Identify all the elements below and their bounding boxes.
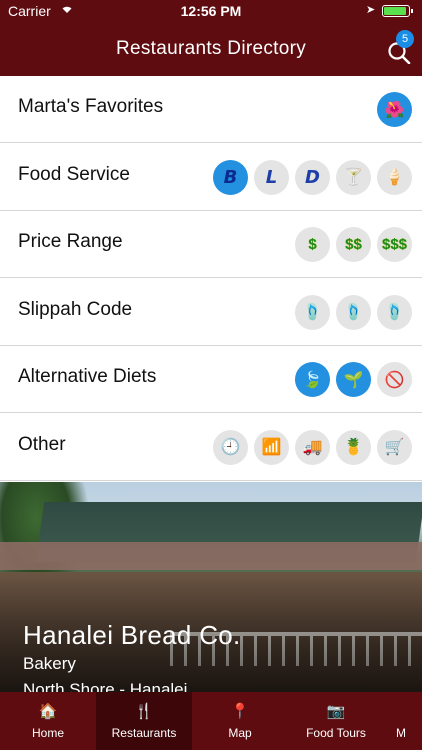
filter-icon-group: 🍃 🌱 🚫 — [295, 362, 412, 397]
tab-map[interactable]: 📍 Map — [192, 692, 288, 750]
filter-icon-glyph: 🩴 — [384, 304, 405, 321]
status-bar: Carrier 12:56 PM ➤ — [0, 0, 422, 22]
filter-label: Slippah Code — [18, 298, 133, 320]
filter-icon-glyph: 📶 — [261, 439, 282, 456]
filter-label: Alternative Diets — [18, 366, 157, 387]
filter-icon-glyph: 🍃 — [302, 371, 323, 389]
filter-icon-glyph: B — [223, 166, 238, 188]
vegan-icon[interactable]: 🌱 — [336, 362, 371, 397]
filter-icon-glyph: 🌺 — [384, 101, 405, 119]
filter-icon-group: B L D 🍸 🍦 — [213, 159, 412, 195]
filter-icon-glyph: 🚚 — [302, 439, 323, 456]
status-time: 12:56 PM — [180, 3, 242, 19]
tab-home[interactable]: 🏠 Home — [0, 692, 96, 750]
tab-label: M — [396, 726, 406, 740]
filter-icon-group: 🕘 📶 🚚 🍍 🛒 — [213, 429, 412, 465]
featured-restaurant-location: North Shore - Hanalei — [23, 680, 188, 692]
filter-icon-glyph: 🚫 — [384, 371, 405, 389]
filter-icon-glyph: 🍦 — [384, 169, 405, 186]
nav-bar: Restaurants Directory 5 — [0, 22, 422, 76]
cocktail-icon[interactable]: 🍸 — [336, 159, 371, 195]
featured-restaurant-category: Bakery — [23, 654, 76, 673]
slippah-striped-icon[interactable]: 🩴 — [336, 294, 371, 330]
tab-label: Restaurants — [111, 726, 177, 740]
price-three-dollar-icon[interactable]: $$$ — [377, 227, 412, 262]
wifi-icon[interactable]: 📶 — [254, 429, 289, 465]
food-truck-icon[interactable]: 🚚 — [295, 429, 330, 465]
tab-label: Home — [31, 726, 64, 740]
battery-icon — [382, 5, 413, 17]
filter-label: Other — [18, 433, 66, 455]
filter-icon-group: $ $$ $$$ — [295, 227, 412, 262]
filter-icon-glyph: 🌱 — [343, 371, 364, 389]
filter-row: Price Range $ $$ $$$ — [0, 211, 422, 278]
tab-label: Food Tours — [306, 726, 366, 740]
breakfast-b-icon[interactable]: B — [213, 159, 248, 195]
filter-icon-glyph: $$$ — [381, 236, 408, 253]
filter-icon-glyph: L — [265, 166, 278, 188]
grocery-icon[interactable]: 🛒 — [377, 429, 412, 465]
slippah-blue-icon[interactable]: 🩴 — [377, 294, 412, 330]
filter-label: Food Service — [18, 163, 130, 185]
dinner-d-icon[interactable]: D — [295, 159, 330, 195]
filter-icon-glyph: $$ — [345, 236, 362, 253]
food-tours-icon: 📷 — [326, 703, 346, 720]
filter-row: Marta's Favorites 🌺 — [0, 76, 422, 143]
filter-icon-glyph: 🍍 — [343, 439, 364, 456]
filter-icon-glyph: 🩴 — [343, 304, 364, 321]
filter-row: Alternative Diets 🍃 🌱 🚫 — [0, 346, 422, 413]
location-arrow-icon: ➤ — [366, 4, 376, 16]
tab-m[interactable]: M — [384, 692, 422, 750]
filter-label: Marta's Favorites — [18, 96, 164, 117]
tab-restaurants[interactable]: 🍴 Restaurants — [96, 692, 192, 750]
slippah-red-icon[interactable]: 🩴 — [295, 294, 330, 330]
vegetarian-leaf-icon[interactable]: 🍃 — [295, 362, 330, 397]
fork-knife-icon: 🍴 — [134, 703, 154, 720]
filter-row: Food Service B L D 🍸 🍦 — [0, 144, 422, 211]
filter-icon-group: 🩴 🩴 🩴 — [295, 294, 412, 330]
filter-label: Price Range — [18, 231, 123, 252]
gluten-free-icon[interactable]: 🚫 — [377, 362, 412, 397]
hibiscus-icon[interactable]: 🌺 — [377, 92, 412, 127]
ice-cream-icon[interactable]: 🍦 — [377, 159, 412, 195]
featured-restaurant-name: Hanalei Bread Co. — [23, 620, 241, 650]
filter-icon-glyph: 🛒 — [384, 439, 405, 456]
filter-icon-glyph: 🍸 — [343, 169, 364, 186]
filter-row: Slippah Code 🩴 🩴 🩴 — [0, 279, 422, 346]
filter-list: Marta's Favorites 🌺 Food Service B L D 🍸 🍦 Price… — [0, 76, 422, 482]
filter-icon-glyph: 🩴 — [302, 304, 323, 321]
tab-label: Map — [228, 726, 252, 740]
notification-badge: 5 — [396, 30, 414, 48]
page-title: Restaurants Directory — [115, 38, 307, 59]
clock-icon[interactable]: 🕘 — [213, 429, 248, 465]
map-pin-icon: 📍 — [230, 703, 250, 720]
price-two-dollar-icon[interactable]: $$ — [336, 227, 371, 262]
price-one-dollar-icon[interactable]: $ — [295, 227, 330, 262]
tab-bar: 🏠 Home 🍴 Restaurants 📍 Map 📷 Food Tours M — [0, 692, 422, 750]
tab-food-tours[interactable]: 📷 Food Tours — [288, 692, 384, 750]
filter-icon-glyph: D — [305, 166, 320, 188]
pineapple-icon[interactable]: 🍍 — [336, 429, 371, 465]
filter-row: Other 🕘 📶 🚚 🍍 🛒 — [0, 414, 422, 481]
lunch-l-icon[interactable]: L — [254, 159, 289, 195]
featured-restaurant-card[interactable]: Hanalei Bread Co. Bakery North Shore - H… — [0, 482, 422, 692]
filter-icon-group: 🌺 — [377, 92, 412, 127]
filter-icon-glyph: 🕘 — [220, 439, 241, 456]
filter-icon-glyph: $ — [308, 236, 317, 253]
home-icon: 🏠 — [38, 703, 58, 720]
